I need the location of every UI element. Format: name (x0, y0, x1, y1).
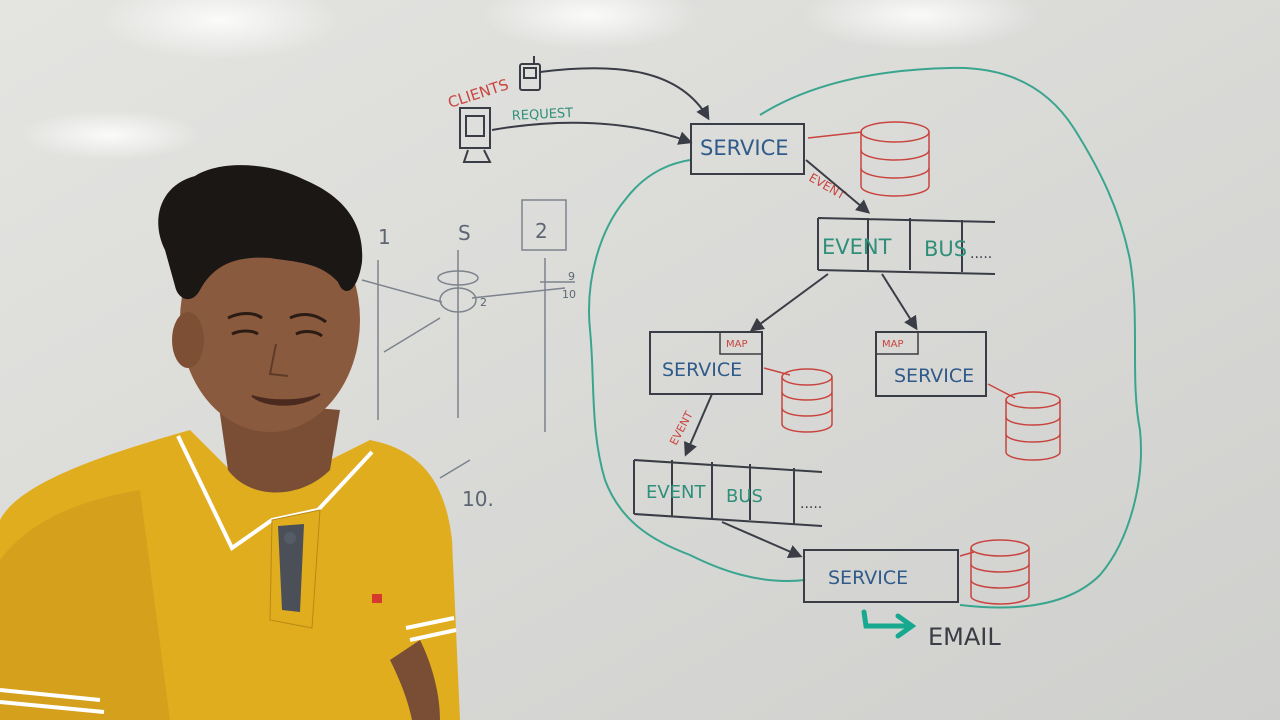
event-bus-top-bus: BUS (924, 237, 967, 261)
map-label-left: MAP (726, 339, 748, 350)
whiteboard-drawing: CLIENTS REQUEST SERVICE EVENT EVENT BUS … (0, 0, 1280, 720)
light-glare (20, 110, 200, 160)
service-label-bottom: SERVICE (828, 567, 908, 589)
seq-label-9: 9 (568, 270, 575, 283)
event-bus-top-event: EVENT (822, 235, 892, 259)
seq-label-2: 2 (535, 219, 548, 243)
logo-badge (372, 594, 382, 603)
service-label-mid-left: SERVICE (662, 359, 742, 381)
event-bus-top-trail: ..... (970, 246, 992, 262)
seq-label-2-small: 2 (480, 296, 487, 309)
service-label-mid-right: SERVICE (894, 365, 974, 387)
seq-label-1: 1 (378, 225, 391, 249)
request-label: REQUEST (511, 106, 573, 124)
shirt-button (284, 532, 296, 544)
seq-label-10-small: 10 (562, 288, 576, 301)
ear (172, 312, 204, 368)
event-bus-lower-event: EVENT (646, 482, 707, 503)
event-bus-lower-bus: BUS (726, 486, 763, 507)
map-label-right: MAP (882, 339, 904, 350)
seq-label-10: 10. (462, 487, 494, 511)
whiteboard-photo: CLIENTS REQUEST SERVICE EVENT EVENT BUS … (0, 0, 1280, 720)
email-label: EMAIL (928, 623, 1001, 651)
event-bus-lower-trail: ..... (800, 496, 822, 512)
service-label-top: SERVICE (700, 136, 789, 160)
seq-label-s: S (458, 221, 471, 245)
